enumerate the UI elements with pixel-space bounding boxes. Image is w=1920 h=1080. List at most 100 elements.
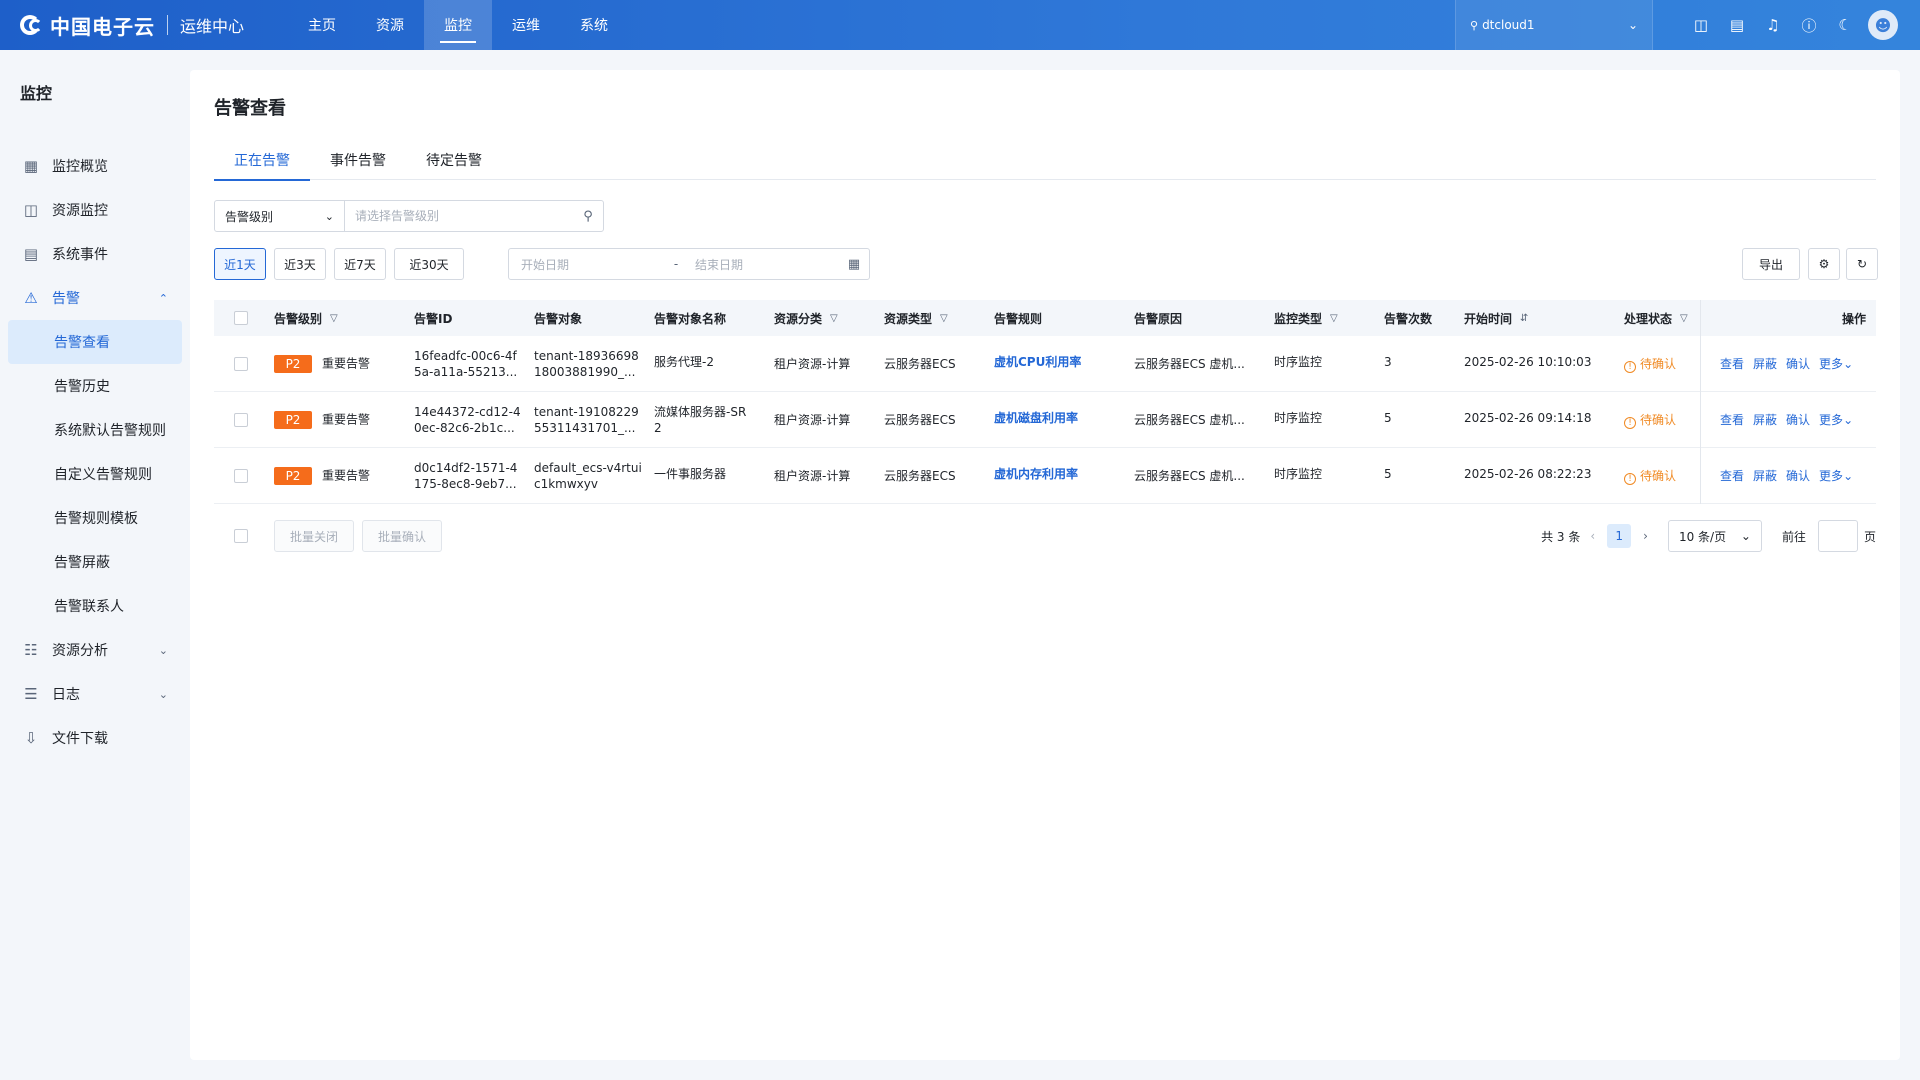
total-count: 共 3 条 bbox=[1541, 529, 1581, 544]
level-cell: P2 重要告警 bbox=[274, 355, 370, 373]
download-icon: ⇩ bbox=[24, 729, 38, 747]
confirm-link[interactable]: 确认 bbox=[1786, 413, 1810, 427]
logo-icon bbox=[20, 14, 46, 36]
search-icon[interactable]: ⚲ bbox=[573, 201, 603, 231]
sidebar-item-system-events[interactable]: ▤ 系统事件 bbox=[8, 232, 182, 276]
select-all-checkbox[interactable] bbox=[234, 311, 248, 325]
batch-close-button[interactable]: 批量关闭 bbox=[274, 520, 354, 552]
calendar-icon[interactable]: ▦ bbox=[839, 257, 869, 272]
more-link[interactable]: 更多⌄ bbox=[1819, 469, 1853, 483]
more-link[interactable]: 更多⌄ bbox=[1819, 413, 1853, 427]
status-cell: ! 待确认 bbox=[1624, 356, 1676, 373]
prev-page-icon[interactable]: ‹ bbox=[1590, 529, 1595, 543]
sidebar-item-label: 资源监控 bbox=[52, 203, 108, 219]
analysis-icon: ☷ bbox=[24, 641, 38, 659]
confirm-link[interactable]: 确认 bbox=[1786, 469, 1810, 483]
sidebar-item-logs[interactable]: ☰ 日志 ⌄ bbox=[8, 672, 182, 716]
fixed-column-divider bbox=[1700, 300, 1701, 504]
warning-icon: ! bbox=[1624, 417, 1636, 429]
filter-icon[interactable]: ▽ bbox=[940, 313, 948, 324]
sidebar-item-alarm-view[interactable]: 告警查看 bbox=[8, 320, 182, 364]
brand-logo[interactable]: 中国电子云 运维中心 bbox=[0, 0, 244, 50]
sidebar-item-file-download[interactable]: ⇩ 文件下载 bbox=[8, 716, 182, 760]
quick-3day-button[interactable]: 近3天 bbox=[274, 248, 326, 280]
col-id: 告警ID bbox=[414, 311, 453, 326]
shield-link[interactable]: 屏蔽 bbox=[1753, 357, 1777, 371]
tab-event-alarms[interactable]: 事件告警 bbox=[310, 140, 406, 180]
filter-icon[interactable]: ▽ bbox=[1330, 313, 1338, 324]
page-number-current[interactable]: 1 bbox=[1607, 524, 1632, 548]
filter-icon[interactable]: ▽ bbox=[330, 313, 338, 324]
export-button[interactable]: 导出 bbox=[1742, 248, 1800, 280]
sidebar: 监控 ▦ 监控概览 ◫ 资源监控 ▤ 系统事件 ⚠ 告警 ⌃ 告警查看 告警历史… bbox=[0, 50, 190, 1080]
sidebar-item-alarm-shield[interactable]: 告警屏蔽 bbox=[8, 540, 182, 584]
row-actions: 查看 屏蔽 确认 更多⌄ bbox=[1720, 468, 1862, 484]
quick-7day-button[interactable]: 近7天 bbox=[334, 248, 386, 280]
nav-home[interactable]: 主页 bbox=[288, 0, 356, 50]
nav-ops[interactable]: 运维 bbox=[492, 0, 560, 50]
category-cell: 租户资源-计算 bbox=[774, 413, 851, 427]
start-date[interactable]: 开始日期 bbox=[509, 256, 669, 273]
filter-field-select[interactable]: 告警级别 ⌄ bbox=[215, 201, 345, 231]
view-link[interactable]: 查看 bbox=[1720, 413, 1744, 427]
col-target-name: 告警对象名称 bbox=[654, 311, 727, 326]
more-link[interactable]: 更多⌄ bbox=[1819, 357, 1853, 371]
page-size-select[interactable]: 10 条/页 ⌄ bbox=[1667, 520, 1762, 552]
end-date[interactable]: 结束日期 bbox=[683, 256, 839, 273]
row-checkbox[interactable] bbox=[234, 357, 248, 371]
batch-confirm-button[interactable]: 批量确认 bbox=[362, 520, 442, 552]
confirm-link[interactable]: 确认 bbox=[1786, 357, 1810, 371]
filter-icon[interactable]: ▽ bbox=[830, 313, 838, 324]
nav-system[interactable]: 系统 bbox=[560, 0, 628, 50]
sidebar-item-alarm[interactable]: ⚠ 告警 ⌃ bbox=[8, 276, 182, 320]
date-range-picker[interactable]: 开始日期 - 结束日期 ▦ bbox=[508, 248, 870, 280]
sidebar-item-alarm-contacts[interactable]: 告警联系人 bbox=[8, 584, 182, 628]
page-unit-label: 页 bbox=[1863, 529, 1876, 544]
bell-icon[interactable]: ♫ bbox=[1755, 0, 1791, 50]
nav-monitor[interactable]: 监控 bbox=[424, 0, 493, 50]
row-checkbox[interactable] bbox=[234, 413, 248, 427]
goto-page-input[interactable] bbox=[1817, 520, 1858, 552]
nav-resources[interactable]: 资源 bbox=[356, 0, 424, 50]
rule-link[interactable]: 虚机CPU利用率 bbox=[994, 354, 1081, 370]
next-page-icon[interactable]: › bbox=[1643, 529, 1648, 543]
shield-link[interactable]: 屏蔽 bbox=[1753, 413, 1777, 427]
sidebar-item-default-rules[interactable]: 系统默认告警规则 bbox=[8, 408, 182, 452]
sidebar-item-resource-analysis[interactable]: ☷ 资源分析 ⌄ bbox=[8, 628, 182, 672]
footer-select-all-checkbox[interactable] bbox=[234, 529, 248, 543]
start-time-cell: 2025-02-26 09:14:18 bbox=[1464, 411, 1592, 425]
sidebar-item-label: 系统事件 bbox=[52, 247, 108, 263]
level-filter-input[interactable] bbox=[345, 201, 573, 231]
sidebar-item-custom-rules[interactable]: 自定义告警规则 bbox=[8, 452, 182, 496]
tab-pending-alarms[interactable]: 待定告警 bbox=[406, 140, 502, 180]
sidebar-item-overview[interactable]: ▦ 监控概览 bbox=[8, 144, 182, 188]
row-checkbox[interactable] bbox=[234, 469, 248, 483]
tab-active-alarms[interactable]: 正在告警 bbox=[214, 140, 310, 181]
sidebar-item-rule-templates[interactable]: 告警规则模板 bbox=[8, 496, 182, 540]
refresh-icon[interactable]: ↻ bbox=[1846, 248, 1878, 280]
event-icon: ▤ bbox=[23, 245, 39, 263]
view-link[interactable]: 查看 bbox=[1720, 357, 1744, 371]
sidebar-item-alarm-history[interactable]: 告警历史 bbox=[8, 364, 182, 408]
shield-link[interactable]: 屏蔽 bbox=[1753, 469, 1777, 483]
sidebar-item-resource-monitor[interactable]: ◫ 资源监控 bbox=[8, 188, 182, 232]
chevron-down-icon: ⌄ bbox=[1843, 469, 1854, 483]
col-status: 处理状态 ▽ bbox=[1624, 311, 1688, 326]
level-badge: P2 bbox=[274, 355, 312, 373]
user-avatar-icon[interactable]: ☻ bbox=[1868, 10, 1898, 40]
help-icon[interactable]: ⓘ bbox=[1791, 0, 1827, 50]
settings-gear-icon[interactable]: ⚙ bbox=[1808, 248, 1840, 280]
rule-link[interactable]: 虚机内存利用率 bbox=[994, 466, 1078, 482]
rule-link[interactable]: 虚机磁盘利用率 bbox=[994, 410, 1078, 426]
view-link[interactable]: 查看 bbox=[1720, 469, 1744, 483]
document-icon[interactable]: ▤ bbox=[1719, 0, 1755, 50]
table-footer: 批量关闭 批量确认 共 3 条 ‹ 1 › 10 条/页 ⌄ 前往 页 bbox=[214, 520, 1876, 552]
filter-icon[interactable]: ▽ bbox=[1680, 313, 1688, 324]
quick-30day-button[interactable]: 近30天 bbox=[394, 248, 464, 280]
sort-icon[interactable]: ⇵ bbox=[1520, 313, 1528, 324]
screen-icon[interactable]: ◫ bbox=[1683, 0, 1719, 50]
quick-1day-button[interactable]: 近1天 bbox=[214, 248, 266, 280]
tenant-selector[interactable]: ⚲ dtcloud1 ⌄ bbox=[1455, 0, 1653, 50]
moon-icon[interactable]: ☾ bbox=[1827, 0, 1863, 50]
target-name-cell: 服务代理-2 bbox=[654, 355, 714, 369]
